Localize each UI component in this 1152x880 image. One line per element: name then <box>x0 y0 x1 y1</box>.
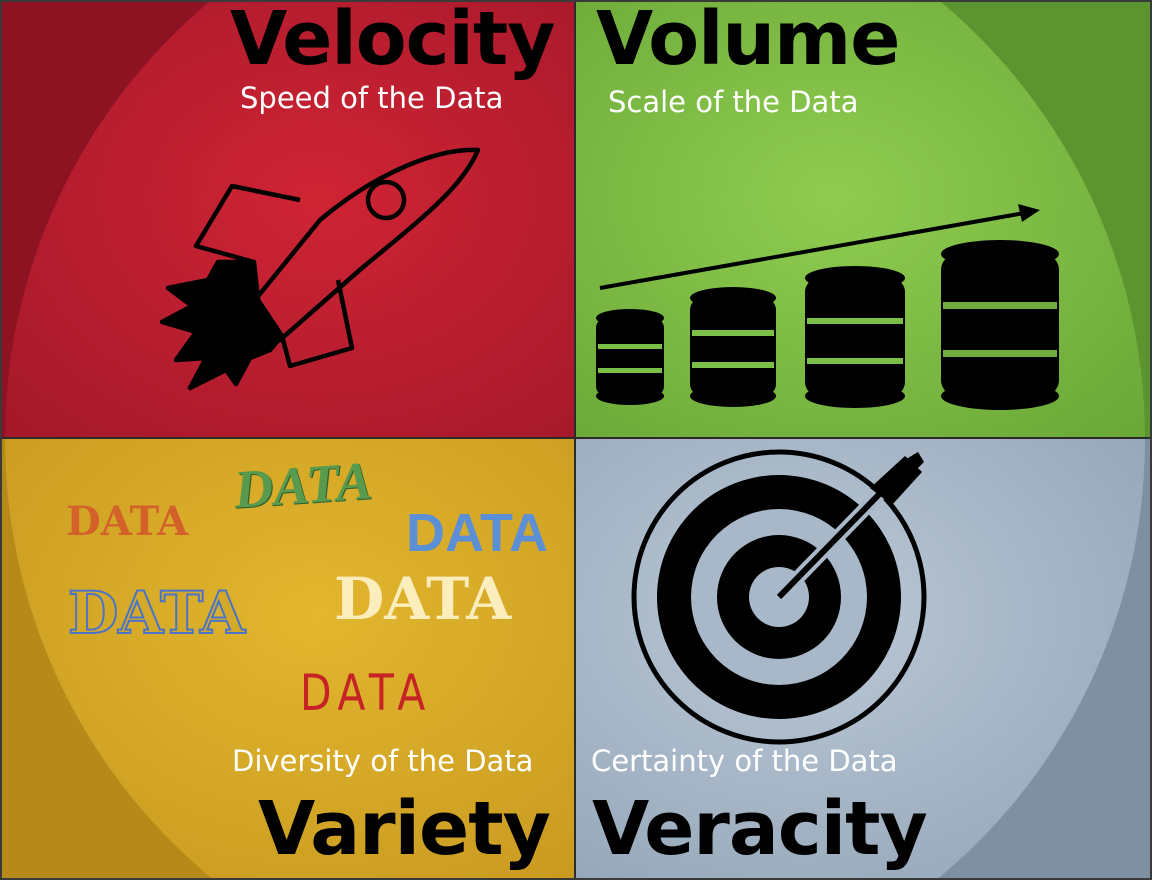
volume-subtitle: Scale of the Data <box>608 85 859 119</box>
velocity-title: Velocity <box>230 0 555 82</box>
four-vs-diagram: Velocity Speed of the Data Volume Scale … <box>0 0 1152 880</box>
veracity-title: Veracity <box>592 786 928 872</box>
data-word-blue: DATA <box>406 503 548 563</box>
volume-title: Volume <box>596 0 900 82</box>
data-word-green: DATA <box>232 450 374 520</box>
data-word-red: DATA <box>300 664 432 722</box>
quadrant-background <box>0 0 1152 880</box>
data-word-cream: DATA <box>334 565 512 633</box>
target-arrow-icon <box>631 449 927 745</box>
data-word-orange: DATA <box>66 498 189 545</box>
variety-title: Variety <box>258 786 551 872</box>
velocity-subtitle: Speed of the Data <box>240 81 504 115</box>
data-word-outline: DATA <box>67 579 246 647</box>
veracity-subtitle: Certainty of the Data <box>591 744 898 778</box>
variety-subtitle: Diversity of the Data <box>232 744 534 778</box>
